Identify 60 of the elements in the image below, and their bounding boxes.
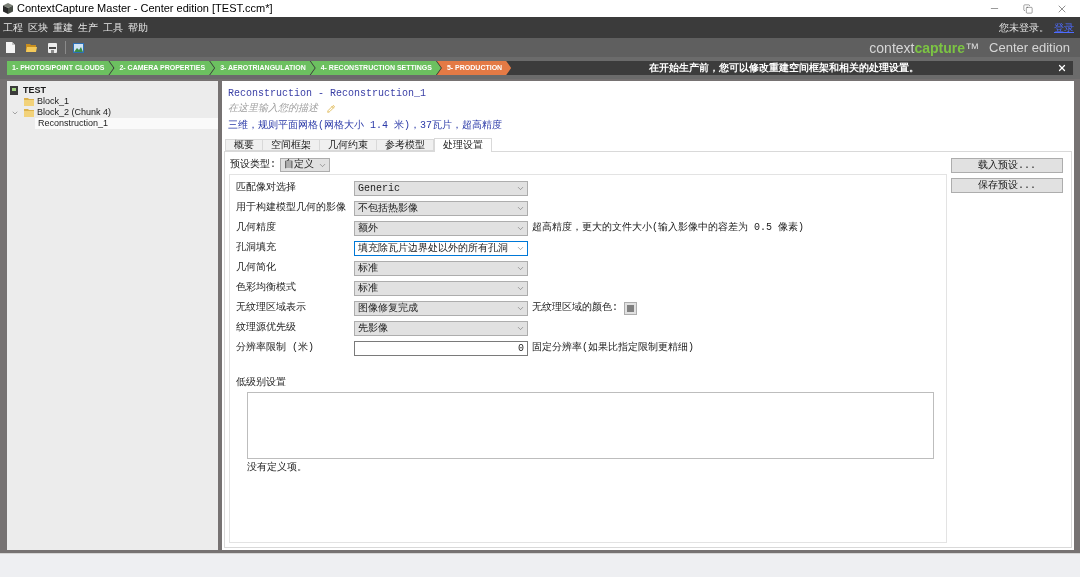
panel-title: Reconstruction - Reconstruction_1 (228, 87, 427, 100)
hint-text: 固定分辨率(如果比指定限制更精细) (532, 342, 694, 354)
number-input[interactable]: 0 (354, 340, 528, 356)
menu-item[interactable]: 工具 (103, 21, 123, 34)
folder-icon[interactable] (26, 43, 37, 52)
setting-label: 无纹理区域表示 (236, 302, 306, 314)
edition-text: Center edition (989, 39, 1070, 56)
tree-item[interactable]: Block_2 (Chunk 4) (7, 107, 218, 118)
tab[interactable]: 参考模型 (376, 139, 434, 151)
document-icon (10, 86, 18, 95)
hint-text: 无纹理区域的颜色: (532, 302, 618, 314)
restore-icon (1022, 3, 1033, 14)
hint-text: 超高精度，更大的文件大小(输入影像中的容差为 0.5 像素) (532, 222, 804, 234)
menu-item[interactable]: 生产 (78, 21, 98, 34)
tab[interactable]: 概要 (225, 139, 263, 151)
save-icon[interactable] (48, 42, 57, 53)
setting-label: 几何简化 (236, 262, 276, 274)
login-status-text: 您未登录。 (999, 21, 1049, 34)
dropdown[interactable]: 标准 (354, 260, 528, 276)
menu-item[interactable]: 工程 (3, 21, 23, 34)
tree-item[interactable]: Reconstruction_1 (35, 118, 218, 129)
logo-text: contextcapture™ (869, 39, 980, 56)
setting-label: 色彩均衡模式 (236, 282, 296, 294)
menu-item[interactable]: 区块 (28, 21, 48, 34)
preset-label: 预设类型: (230, 159, 276, 171)
setting-label: 纹理源优先级 (236, 322, 296, 334)
workflow-message: 在开始生产前，您可以修改重建空间框架和相关的处理设置。 (649, 62, 920, 74)
setting-label: 用于构建模型几何的影像 (236, 202, 346, 214)
dropdown[interactable]: Generic (354, 180, 528, 196)
cube-icon (3, 3, 13, 14)
tab[interactable]: 几何约束 (319, 139, 377, 151)
image-icon[interactable] (73, 42, 84, 53)
dropdown[interactable]: 填充除瓦片边界处以外的所有孔洞 (354, 240, 528, 256)
dropdown[interactable]: 不包括热影像 (354, 200, 528, 216)
summary-text: 三维，规则平面网格(网格大小 1.4 米)，37瓦片，超高精度 (228, 118, 502, 132)
section-label: 低级别设置 (236, 377, 286, 389)
tree-item[interactable]: Block_1 (7, 96, 218, 107)
setting-label: 分辨率限制 (米) (236, 342, 314, 354)
tree-item[interactable]: TEST (7, 85, 218, 96)
setting-label: 几何精度 (236, 222, 276, 234)
close-icon[interactable] (1057, 63, 1067, 73)
setting-label: 匹配像对选择 (236, 182, 296, 194)
empty-list-text: 没有定义项。 (247, 462, 307, 474)
save-preset-button[interactable]: 保存预设... (951, 178, 1063, 193)
menu-item[interactable]: 重建 (53, 21, 73, 34)
tab[interactable]: 处理设置 (434, 138, 492, 152)
description-field[interactable]: 在这里输入您的描述 (228, 102, 324, 115)
dropdown[interactable]: 图像修复完成 (354, 300, 528, 316)
setting-label: 孔洞填充 (236, 242, 276, 254)
file-icon[interactable] (6, 42, 15, 53)
menu-item[interactable]: 帮助 (128, 21, 148, 34)
dropdown[interactable]: 额外 (354, 220, 528, 236)
window-title: ContextCapture Master - Center edition [TEST.ccm*] (17, 1, 273, 16)
dropdown[interactable]: 先影像 (354, 320, 528, 336)
folder-icon (24, 97, 34, 106)
tab[interactable]: 空间框架 (262, 139, 320, 151)
folder-icon (24, 108, 34, 117)
dropdown[interactable]: 标准 (354, 280, 528, 296)
load-preset-button[interactable]: 载入预设... (951, 158, 1063, 173)
preset-dropdown[interactable]: 自定义 (280, 158, 330, 172)
